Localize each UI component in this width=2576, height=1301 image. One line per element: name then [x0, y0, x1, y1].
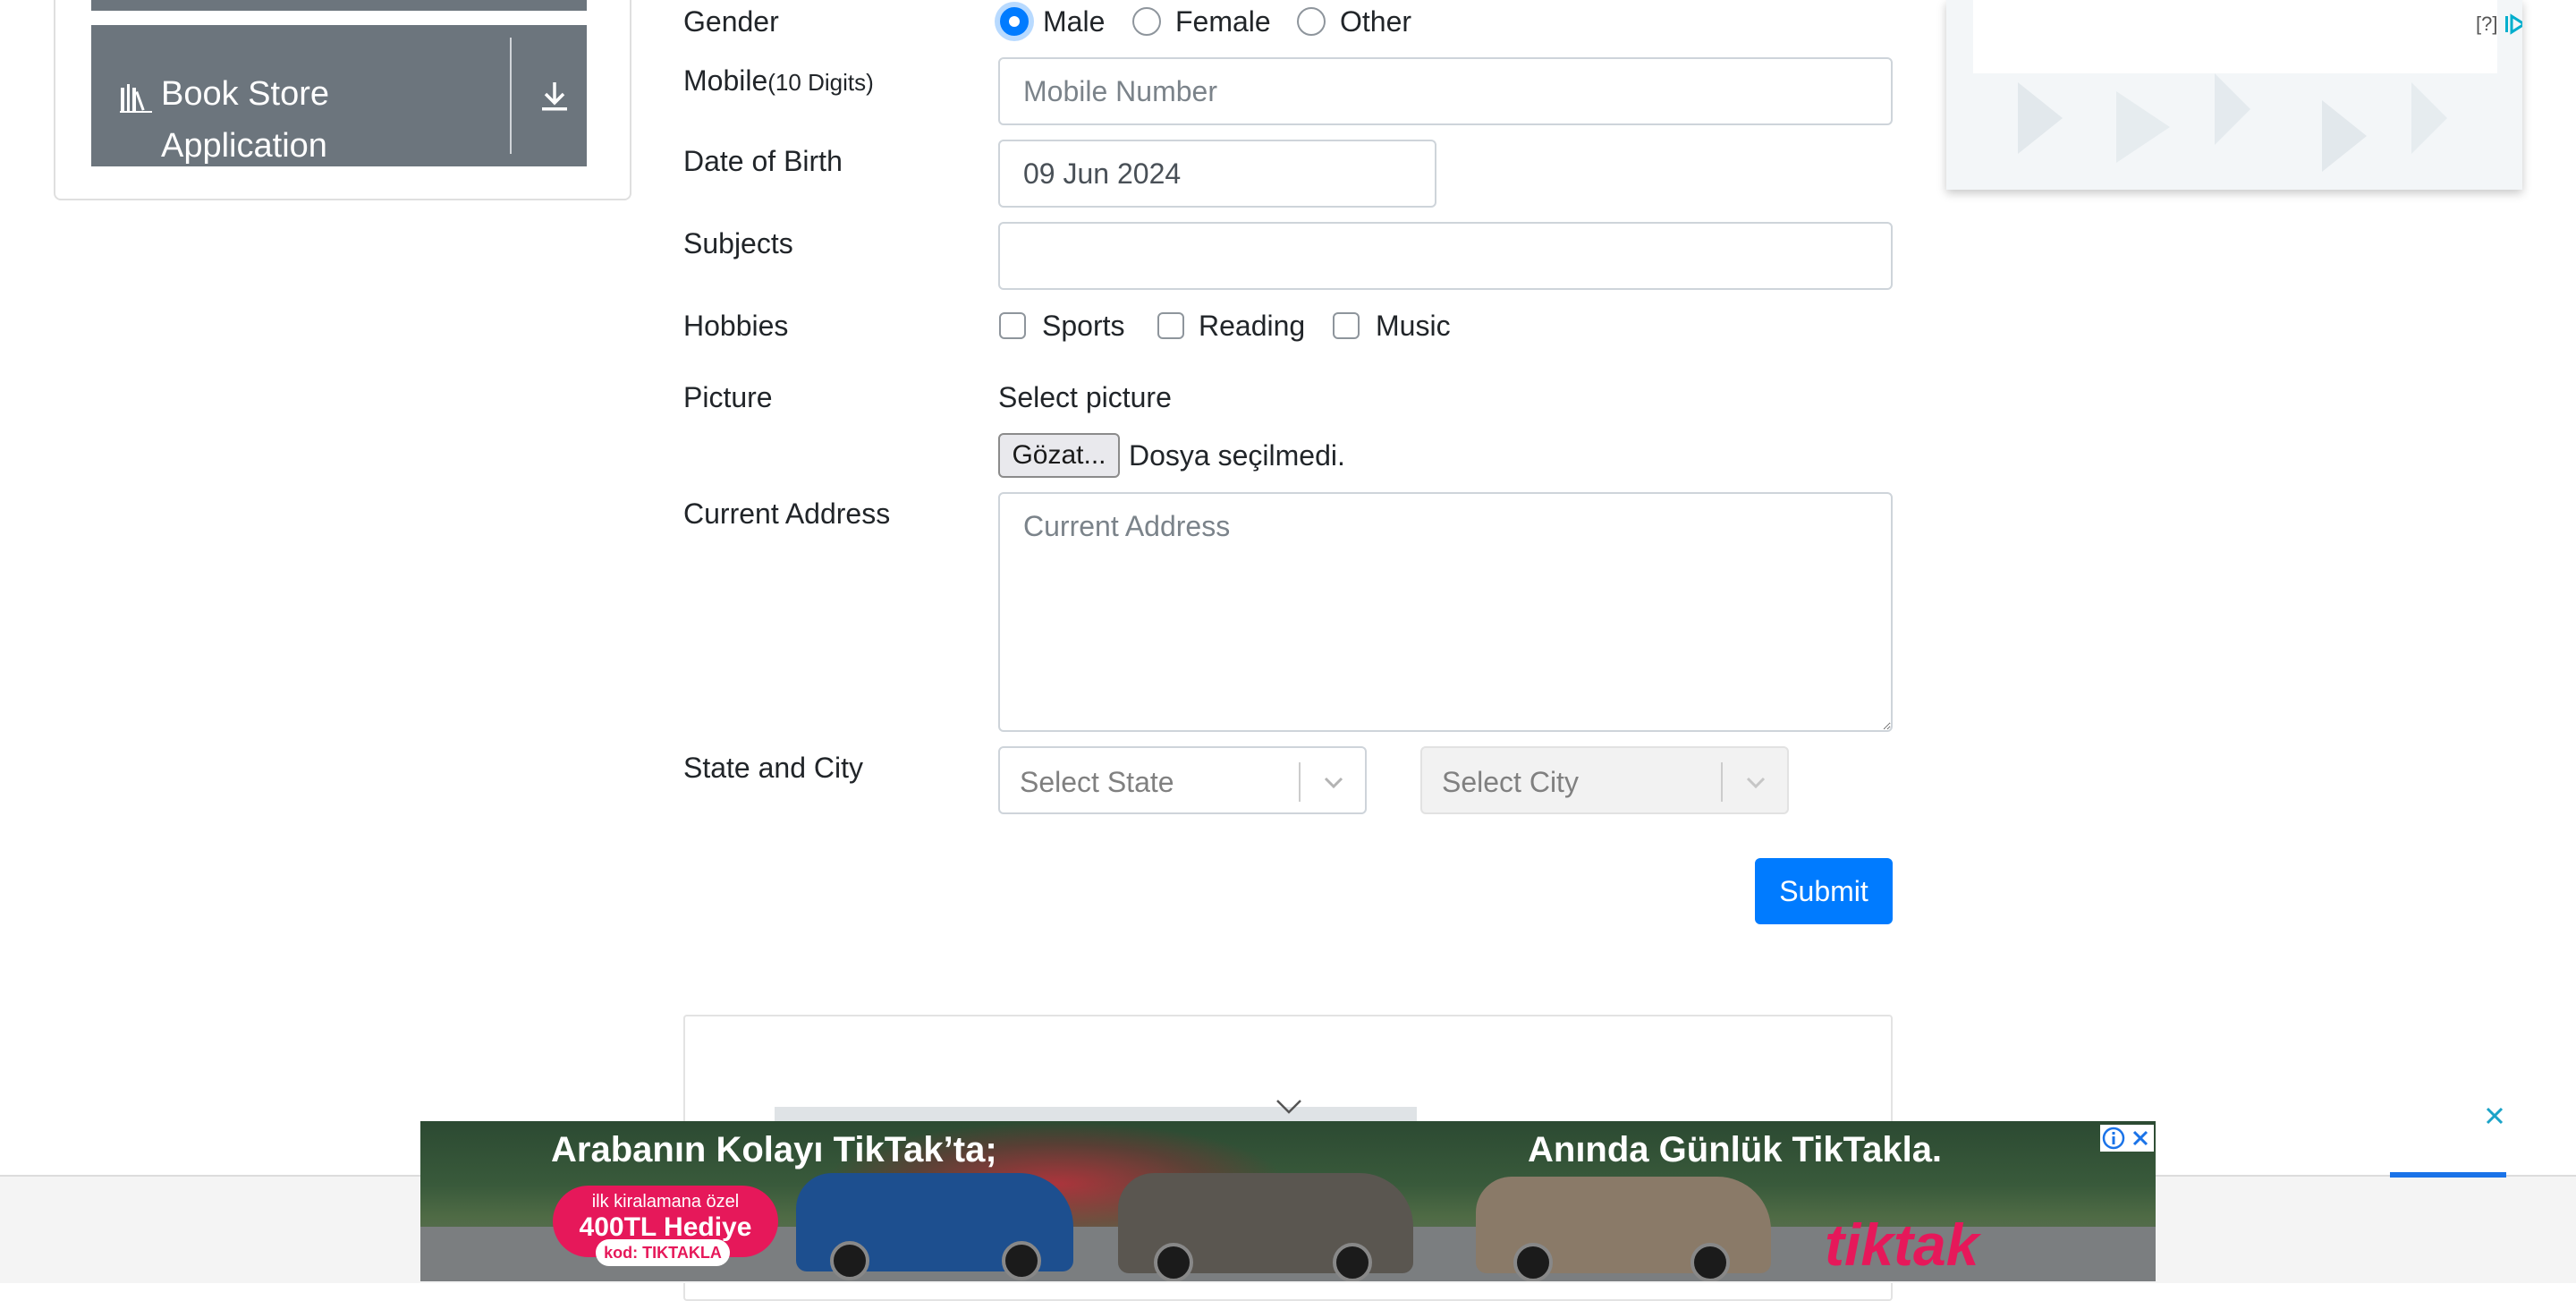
car-wheel — [1333, 1243, 1372, 1281]
gender-radio-other[interactable] — [1297, 7, 1326, 36]
right-ad-content: [?] — [1973, 0, 2522, 73]
close-icon[interactable] — [2481, 1102, 2508, 1129]
dob-value: 09 Jun 2024 — [1023, 157, 1182, 190]
bottom-bar-accent — [2390, 1172, 2506, 1178]
state-select-placeholder: Select State — [1020, 766, 1174, 798]
sidebar-group-previous[interactable] — [91, 0, 587, 11]
current-address-label: Current Address — [683, 497, 891, 530]
gender-radio-male[interactable] — [1000, 7, 1029, 36]
banner-badge-line2: 400TL Hediye — [579, 1212, 752, 1242]
city-select-separator — [1721, 762, 1723, 802]
city-select[interactable]: Select City — [1420, 746, 1789, 814]
dob-input[interactable]: 09 Jun 2024 — [998, 140, 1436, 208]
city-select-placeholder: Select City — [1442, 766, 1579, 798]
chevron-down-icon[interactable] — [1318, 768, 1349, 798]
gender-label: Gender — [683, 5, 779, 38]
car-wheel — [830, 1241, 869, 1280]
browse-file-button[interactable]: Gözat... — [998, 433, 1120, 478]
gender-option-other[interactable]: Other — [1340, 4, 1411, 39]
gender-radio-female[interactable] — [1132, 7, 1161, 36]
sidebar-group-divider — [510, 38, 512, 154]
hobby-checkbox-reading[interactable] — [1157, 312, 1184, 339]
chevron-down-icon[interactable] — [1274, 1097, 1304, 1117]
dob-label: Date of Birth — [683, 145, 843, 177]
ad-pattern — [2018, 73, 2447, 172]
close-icon[interactable] — [2127, 1125, 2154, 1152]
no-file-text: Dosya seçilmedi. — [1129, 439, 1345, 472]
mobile-label-text: Mobile — [683, 64, 768, 97]
select-picture-label: Select picture — [998, 381, 1172, 413]
gender-option-male[interactable]: Male — [1043, 4, 1105, 39]
hobby-checkbox-sports[interactable] — [999, 312, 1026, 339]
banner-headline-right: Anında Günlük TikTakla. — [1528, 1130, 1943, 1169]
banner-badge-line1: ilk kiralamana özel — [591, 1192, 740, 1212]
submit-button[interactable]: Submit — [1755, 858, 1893, 924]
picture-label: Picture — [683, 381, 773, 413]
books-icon — [120, 84, 152, 113]
right-ad-box[interactable]: [?] — [1946, 0, 2522, 190]
ad-info-text[interactable]: [?] — [2476, 13, 2497, 36]
hobby-option-reading[interactable]: Reading — [1199, 308, 1305, 344]
banner-promo-code: kod: TIKTAKLA — [596, 1239, 730, 1266]
car-wheel — [1513, 1243, 1553, 1281]
banner-headline-left: Arabanın Kolayı TikTak’ta; — [551, 1130, 997, 1169]
sidebar-group-label: Book Store Application — [161, 68, 519, 166]
ad-info-icon[interactable] — [2100, 1125, 2127, 1152]
state-select[interactable]: Select State — [998, 746, 1367, 814]
sidebar-group-book-store[interactable]: Book Store Application — [91, 25, 587, 166]
state-select-separator — [1299, 762, 1301, 802]
adchoices-icon[interactable] — [2504, 13, 2522, 36]
hobby-checkbox-music[interactable] — [1333, 312, 1360, 339]
gender-option-female[interactable]: Female — [1175, 4, 1271, 39]
hobby-option-sports[interactable]: Sports — [1042, 308, 1124, 344]
car-wheel — [1002, 1241, 1041, 1280]
banner-ad[interactable]: Arabanın Kolayı TikTak’ta; Anında Günlük… — [420, 1121, 2156, 1281]
download-icon[interactable] — [537, 79, 572, 115]
car-wheel — [1154, 1243, 1193, 1281]
placeholder-bar — [775, 1107, 1417, 1121]
hobbies-label: Hobbies — [683, 310, 789, 342]
subjects-label: Subjects — [683, 227, 793, 259]
sidebar-group-label-line2: Application — [161, 127, 327, 165]
subjects-input[interactable] — [998, 222, 1893, 290]
hobby-option-music[interactable]: Music — [1376, 308, 1451, 344]
mobile-label-hint: (10 Digits) — [767, 69, 874, 96]
sidebar-group-label-line1: Book Store — [161, 75, 329, 113]
chevron-down-icon[interactable] — [1741, 768, 1771, 798]
state-city-label: State and City — [683, 752, 863, 784]
banner-brand-logo: tiktak — [1825, 1212, 1979, 1278]
car-wheel — [1690, 1243, 1730, 1281]
current-address-textarea[interactable] — [998, 492, 1893, 732]
mobile-label: Mobile(10 Digits) — [683, 63, 874, 100]
mobile-input[interactable] — [998, 57, 1893, 125]
